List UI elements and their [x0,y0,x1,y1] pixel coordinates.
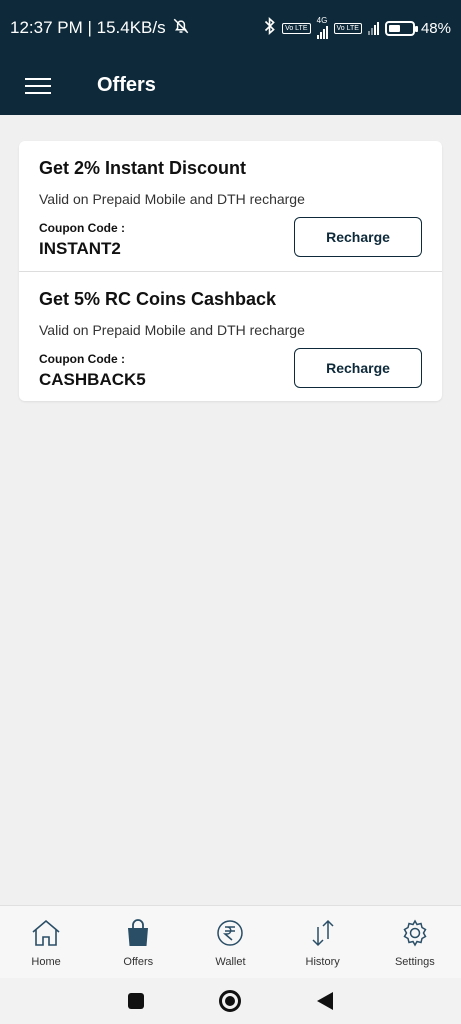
recharge-button[interactable]: Recharge [294,217,422,257]
nav-label-offers: Offers [123,956,154,968]
home-system-button[interactable] [219,990,242,1012]
app-bar: Offers [0,56,461,115]
nav-label-history: History [305,956,340,968]
time-speed: 12:37 PM | 15.4KB/s [10,18,166,37]
back-button[interactable] [317,992,334,1010]
volte-badge: Vo LTE [282,22,311,34]
signal-icon-2 [367,21,379,35]
rupee-icon [213,916,247,950]
status-bar: 12:37 PM | 15.4KB/s Vo LTE 4G Vo LTE 48% [0,0,461,56]
offer-title: Get 5% RC Coins Cashback [39,289,277,309]
hamburger-menu-icon[interactable] [25,76,51,96]
nav-item-settings[interactable]: Settings [375,916,455,968]
network-type: 4G [316,16,328,25]
alarm-off-icon [172,17,190,40]
bottom-nav: Home Offers Wallet History Settings [0,905,461,978]
recharge-button[interactable]: Recharge [294,348,422,388]
offer-item: Get 5% RC Coins Cashback Valid on Prepai… [19,271,442,401]
arrows-up-down-icon [306,916,340,950]
nav-label-home: Home [31,956,61,968]
offer-description: Valid on Prepaid Mobile and DTH recharge [39,322,305,338]
offers-card: Get 2% Instant Discount Valid on Prepaid… [19,141,442,401]
offer-item: Get 2% Instant Discount Valid on Prepaid… [19,141,442,271]
nav-item-history[interactable]: History [283,916,363,968]
home-icon [29,916,63,950]
nav-label-settings: Settings [394,956,435,968]
system-nav-bar [0,978,461,1024]
nav-item-wallet[interactable]: Wallet [190,916,270,968]
status-bar-left: 12:37 PM | 15.4KB/s [10,17,190,40]
shopping-bag-icon [121,916,155,950]
page-title: Offers [97,74,156,96]
offer-description: Valid on Prepaid Mobile and DTH recharge [39,191,305,207]
bluetooth-icon [264,16,276,39]
gear-icon [398,916,432,950]
nav-label-wallet: Wallet [215,956,246,968]
offer-title: Get 2% Instant Discount [39,158,247,178]
signal-icon [316,25,328,39]
recents-button[interactable] [127,993,144,1009]
nav-item-offers[interactable]: Offers [98,916,178,968]
volte-badge-2: Vo LTE [333,22,362,34]
nav-item-home[interactable]: Home [6,916,86,968]
battery-icon [384,20,418,36]
status-bar-right: Vo LTE 4G Vo LTE 48% [264,17,451,39]
battery-percent: 48% [420,19,451,37]
